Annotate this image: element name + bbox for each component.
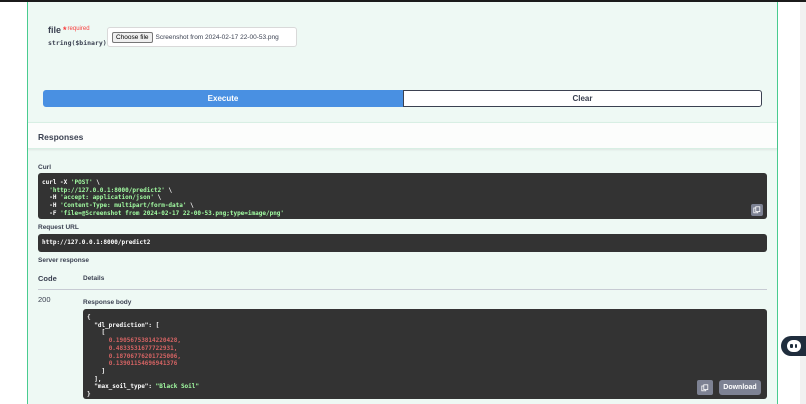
curl-line: curl -X 'POST' \ — [42, 179, 100, 186]
responses-header: Responses — [28, 122, 777, 149]
chat-bot-icon — [786, 340, 801, 352]
json-line: { — [87, 314, 91, 321]
required-star: * — [63, 25, 67, 35]
column-code: Code — [38, 274, 57, 283]
request-url-label: Request URL — [38, 224, 79, 231]
json-line: "dl_prediction": [ — [94, 321, 160, 329]
response-table-header: Code Details — [38, 270, 767, 290]
response-body-block: { "dl_prediction": [ [ 0.190567538142204… — [83, 309, 767, 399]
request-url-block: http://127.0.0.1:8000/predict2 — [38, 234, 767, 252]
clear-button[interactable]: Clear — [403, 90, 762, 107]
request-url: http://127.0.0.1:8000/predict2 — [42, 239, 151, 246]
param-name: file *required — [48, 25, 90, 35]
chat-widget-button[interactable] — [781, 336, 806, 356]
json-line: 0.13901154696941376 — [108, 360, 178, 368]
copy-icon — [753, 206, 761, 214]
operation-block: file *required string($binary) Choose fil… — [27, 2, 778, 404]
json-line: ], — [94, 375, 102, 383]
json-line: ] — [101, 367, 106, 375]
param-type: string($binary) — [48, 39, 107, 47]
json-line: "max_soil_type": "Black Soil" — [94, 383, 200, 391]
curl-line: 'http://127.0.0.1:8000/predict2' \ — [49, 186, 173, 194]
curl-line: -H 'accept: application/json' \ — [42, 194, 162, 202]
curl-block: curl -X 'POST' \ 'http://127.0.0.1:8000/… — [38, 173, 767, 219]
server-response-label: Server response — [38, 257, 89, 264]
json-line: 0.19056753814220428, — [108, 337, 181, 345]
curl-label: Curl — [38, 164, 51, 171]
json-line: [ — [101, 329, 106, 337]
param-name-text: file — [48, 25, 62, 35]
copy-curl-button[interactable] — [751, 204, 763, 216]
column-details: Details — [83, 275, 105, 282]
execute-wrapper: Execute Clear — [43, 90, 762, 107]
curl-line: -H 'Content-Type: multipart/form-data' \ — [42, 202, 194, 210]
file-input[interactable]: Choose file Screenshot from 2024-02-17 2… — [107, 27, 297, 47]
required-label: required — [67, 26, 90, 32]
choose-file-button[interactable]: Choose file — [112, 31, 153, 43]
copy-response-button[interactable] — [697, 380, 713, 395]
json-line: } — [87, 391, 91, 399]
download-button[interactable]: Download — [719, 380, 761, 395]
json-line: 0.18706776201725006, — [108, 352, 181, 360]
curl-line: -F 'file=@Screenshot from 2024-02-17 22-… — [42, 209, 285, 217]
selected-filename: Screenshot from 2024-02-17 22-00-53.png — [155, 33, 279, 41]
copy-icon — [701, 383, 709, 391]
execute-button[interactable]: Execute — [43, 90, 403, 107]
json-line: 0.4833531677722931, — [108, 344, 178, 352]
response-body-label: Response body — [83, 299, 132, 306]
status-code: 200 — [38, 295, 51, 304]
responses-title: Responses — [38, 132, 84, 142]
